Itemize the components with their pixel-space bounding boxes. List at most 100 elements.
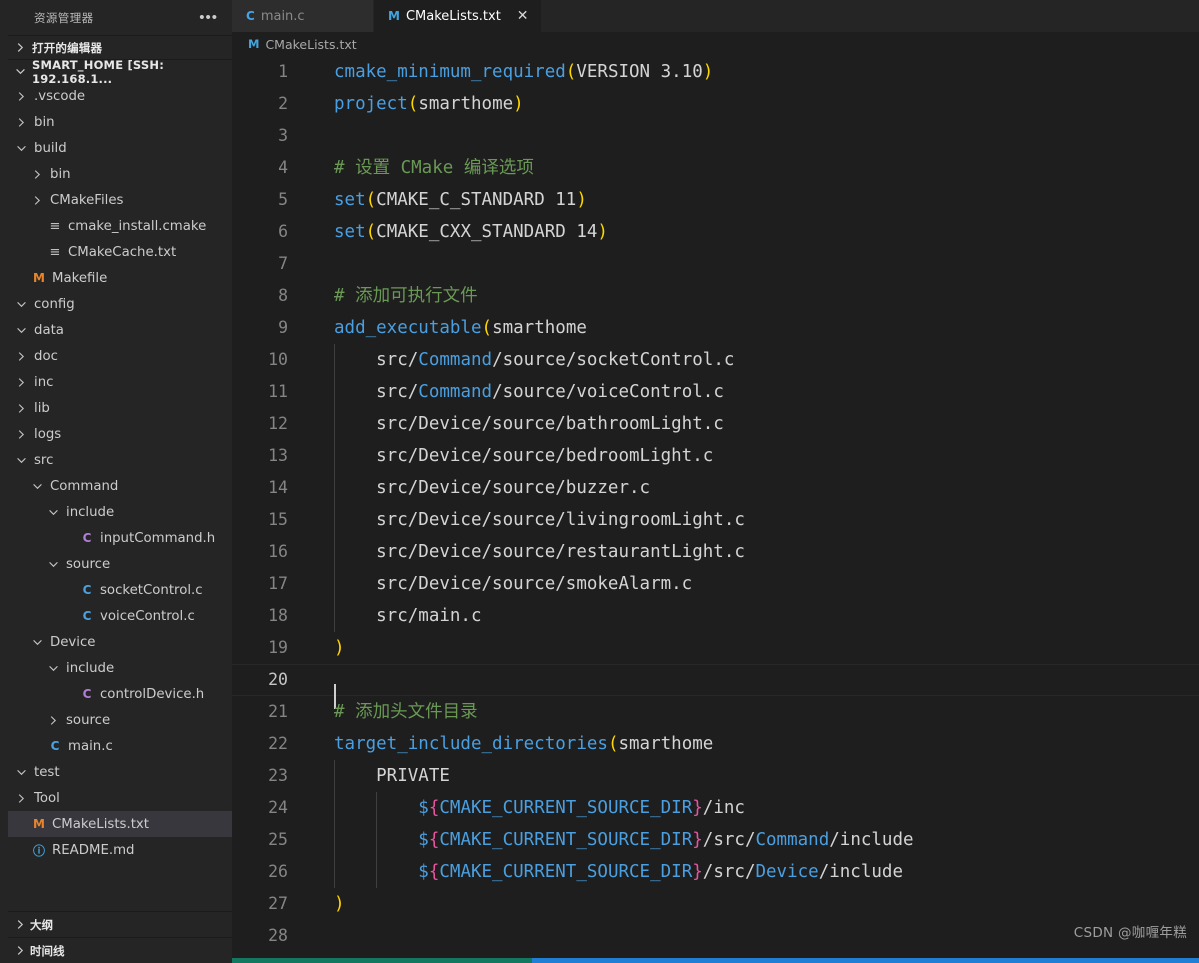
open-editors-label: 打开的编辑器 — [32, 40, 103, 55]
tree-item-bin[interactable]: bin — [8, 109, 232, 135]
code-line[interactable]: 18 src/main.c — [232, 600, 1199, 632]
tab-bar-empty — [541, 0, 1199, 32]
code-line[interactable]: 3 — [232, 120, 1199, 152]
tree-item-label: cmake_install.cmake — [68, 218, 207, 234]
section-timeline[interactable]: 时间线 — [8, 937, 232, 963]
tree-item-include[interactable]: include — [8, 655, 232, 681]
code-line[interactable]: 7 — [232, 248, 1199, 280]
tree-item-config[interactable]: config — [8, 291, 232, 317]
chevron-right-icon[interactable] — [12, 377, 30, 388]
tree-item-cmakefiles[interactable]: CMakeFiles — [8, 187, 232, 213]
chevron-down-icon[interactable] — [44, 559, 62, 570]
code-line[interactable]: 21 # 添加头文件目录 — [232, 696, 1199, 728]
code-line[interactable]: 24 ${CMAKE_CURRENT_SOURCE_DIR}/inc — [232, 792, 1199, 824]
chevron-right-icon[interactable] — [12, 793, 30, 804]
chevron-down-icon[interactable] — [28, 637, 46, 648]
chevron-down-icon[interactable] — [12, 767, 30, 778]
tree-item-inc[interactable]: inc — [8, 369, 232, 395]
tree-item-cmakecache-txt[interactable]: ≡ CMakeCache.txt — [8, 239, 232, 265]
tree-item-readme-md[interactable]: ⓘ README.md — [8, 837, 232, 863]
tree-item-data[interactable]: data — [8, 317, 232, 343]
code-line[interactable]: 14 src/Device/source/buzzer.c — [232, 472, 1199, 504]
tree-item-label: Command — [50, 478, 119, 494]
tree-item-lib[interactable]: lib — [8, 395, 232, 421]
chevron-down-icon[interactable] — [12, 299, 30, 310]
code-line[interactable]: 27) — [232, 888, 1199, 920]
explorer-title-bar: 资源管理器 ••• — [8, 0, 232, 35]
code-line[interactable]: 10 src/Command/source/socketControl.c — [232, 344, 1199, 376]
code-line[interactable]: 2 project(smarthome) — [232, 88, 1199, 120]
breadcrumb[interactable]: M CMakeLists.txt — [232, 32, 1199, 56]
tree-item-include[interactable]: include — [8, 499, 232, 525]
code-line[interactable]: 22 target_include_directories(smarthome — [232, 728, 1199, 760]
chevron-down-icon[interactable] — [12, 455, 30, 466]
tree-item-source[interactable]: source — [8, 707, 232, 733]
tree-item-inputcommand-h[interactable]: CinputCommand.h — [8, 525, 232, 551]
tree-item-socketcontrol-c[interactable]: CsocketControl.c — [8, 577, 232, 603]
tree-item-device[interactable]: Device — [8, 629, 232, 655]
more-actions-icon[interactable]: ••• — [199, 10, 218, 25]
tree-item-makefile[interactable]: M Makefile — [8, 265, 232, 291]
code-line[interactable]: 23 PRIVATE — [232, 760, 1199, 792]
code-line[interactable]: 8 # 添加可执行文件 — [232, 280, 1199, 312]
code-line[interactable]: 20 — [232, 664, 1199, 709]
code-line[interactable]: 17 src/Device/source/smokeAlarm.c — [232, 568, 1199, 600]
chevron-right-icon[interactable] — [44, 715, 62, 726]
chevron-right-icon[interactable] — [12, 429, 30, 440]
code-line[interactable]: 5 set(CMAKE_C_STANDARD 11) — [232, 184, 1199, 216]
chevron-right-icon[interactable] — [12, 117, 30, 128]
outline-label: 大纲 — [30, 917, 53, 932]
code-line[interactable]: 19) — [232, 632, 1199, 664]
code-line[interactable]: 12 src/Device/source/bathroomLight.c — [232, 408, 1199, 440]
tab-main-c[interactable]: Cmain.c — [232, 0, 374, 32]
section-open-editors[interactable]: 打开的编辑器 — [8, 35, 232, 59]
tree-item-logs[interactable]: logs — [8, 421, 232, 447]
tab-cmakelists-txt[interactable]: M CMakeLists.txt ✕ — [374, 0, 542, 32]
tree-item--vscode[interactable]: .vscode — [8, 83, 232, 109]
line-number: 13 — [268, 446, 288, 465]
code-editor[interactable]: 1 cmake_minimum_required(VERSION 3.10) 2 pr… — [232, 56, 1199, 963]
chevron-right-icon[interactable] — [12, 403, 30, 414]
tree-item-tool[interactable]: Tool — [8, 785, 232, 811]
chevron-right-icon[interactable] — [12, 351, 30, 362]
close-icon[interactable]: ✕ — [517, 9, 529, 23]
tree-item-main-c[interactable]: Cmain.c — [8, 733, 232, 759]
section-project-root[interactable]: SMART_HOME [SSH: 192.168.1... — [8, 58, 232, 86]
code-token: /src/ — [702, 830, 756, 850]
code-line[interactable]: 28 — [232, 920, 1199, 952]
tree-item-bin[interactable]: bin — [8, 161, 232, 187]
chevron-down-icon[interactable] — [44, 663, 62, 674]
code-line[interactable]: 11 src/Command/source/voiceControl.c — [232, 376, 1199, 408]
code-line[interactable]: 26 ${CMAKE_CURRENT_SOURCE_DIR}/src/Devic… — [232, 856, 1199, 888]
code-line[interactable]: 13 src/Device/source/bedroomLight.c — [232, 440, 1199, 472]
chevron-right-icon[interactable] — [28, 195, 46, 206]
chevron-down-icon[interactable] — [28, 481, 46, 492]
chevron-down-icon[interactable] — [12, 143, 30, 154]
tree-item-build[interactable]: build — [8, 135, 232, 161]
code-line[interactable]: 9 add_executable(smarthome — [232, 312, 1199, 344]
tree-item-voicecontrol-c[interactable]: CvoiceControl.c — [8, 603, 232, 629]
code-token: ( — [365, 190, 377, 210]
tree-item-command[interactable]: Command — [8, 473, 232, 499]
tree-item-test[interactable]: test — [8, 759, 232, 785]
tree-item-cmakelists-txt[interactable]: M CMakeLists.txt — [8, 811, 232, 837]
code-line[interactable]: 15 src/Device/source/livingroomLight.c — [232, 504, 1199, 536]
code-line[interactable]: 6 set(CMAKE_CXX_STANDARD 14) — [232, 216, 1199, 248]
code-line[interactable]: 16 src/Device/source/restaurantLight.c — [232, 536, 1199, 568]
code-line[interactable]: 1 cmake_minimum_required(VERSION 3.10) — [232, 56, 1199, 88]
status-bar-remote-indicator[interactable] — [232, 958, 532, 963]
chevron-right-icon[interactable] — [28, 169, 46, 180]
chevron-right-icon[interactable] — [12, 91, 30, 102]
line-number: 26 — [268, 862, 288, 881]
chevron-down-icon[interactable] — [44, 507, 62, 518]
chevron-down-icon[interactable] — [12, 325, 30, 336]
code-line[interactable]: 25 ${CMAKE_CURRENT_SOURCE_DIR}/src/Comma… — [232, 824, 1199, 856]
code-line[interactable]: 4 # 设置 CMake 编译选项 — [232, 152, 1199, 184]
tree-item-cmake-install-cmake[interactable]: ≡ cmake_install.cmake — [8, 213, 232, 239]
section-outline[interactable]: 大纲 — [8, 911, 232, 937]
tree-item-src[interactable]: src — [8, 447, 232, 473]
tree-item-source[interactable]: source — [8, 551, 232, 577]
tree-item-doc[interactable]: doc — [8, 343, 232, 369]
tree-item-controldevice-h[interactable]: CcontrolDevice.h — [8, 681, 232, 707]
header-file-icon: C — [82, 531, 92, 545]
